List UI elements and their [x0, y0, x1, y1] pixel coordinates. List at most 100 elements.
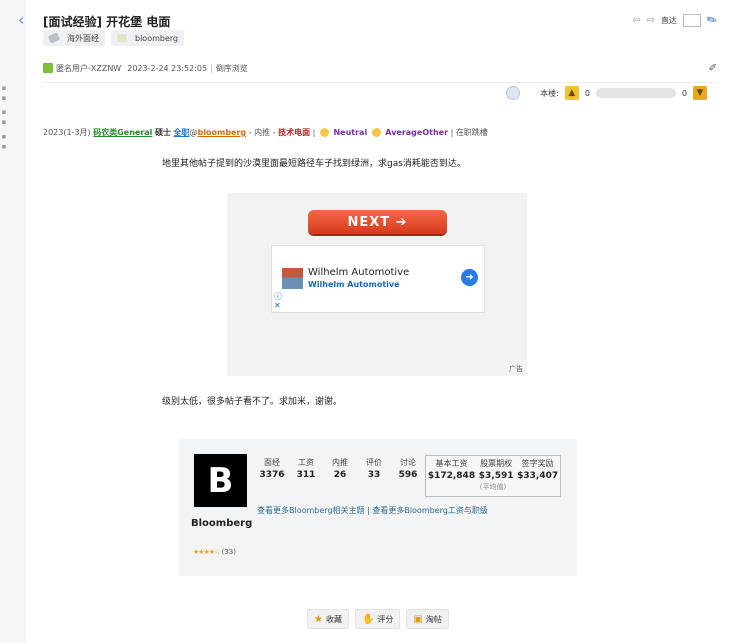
stat-item[interactable]: 工资 311	[289, 457, 323, 480]
tag-icon	[117, 34, 127, 42]
rate-button[interactable]: ✋ 评分	[354, 609, 401, 629]
vote-ratio-bar	[595, 88, 676, 98]
ad-info-icon[interactable]: ⓘ ✕	[274, 292, 282, 310]
fulltime-link[interactable]: 全职	[174, 128, 190, 137]
salary-item: 签字奖励 $33,407	[517, 458, 558, 481]
sidebar-vertical-text: ▪▪ ▪▪ ▪▪	[0, 84, 8, 153]
date-range: 2023(1-3月)	[43, 128, 91, 137]
sentiment: Neutral	[333, 128, 368, 137]
stat-item[interactable]: 面经 3376	[255, 457, 289, 480]
thread-tags: 海外面经 bloomberg	[43, 30, 185, 46]
separator: |	[367, 506, 370, 515]
downvote-count: 0	[681, 88, 687, 98]
difficulty: AverageOther	[385, 128, 449, 137]
separator: |	[210, 63, 213, 73]
collection-icon: ▣	[413, 613, 423, 625]
thread-nav: ⇦ ⇨ 直达 ✎	[632, 11, 720, 28]
ad-thumbnail	[282, 268, 303, 289]
separator: -	[272, 128, 276, 137]
at-sign: @	[189, 128, 198, 137]
wrench-icon[interactable]: ✎	[704, 11, 720, 28]
tag-overseas[interactable]: 海外面经	[43, 30, 105, 46]
thread-title: [面试经验] 开花堡 电面	[43, 15, 171, 29]
post-body-line: 地里其他帖子提到的沙漠里面最短路径车子找到绿洲，求gas消耗能否到达。	[162, 159, 466, 169]
pin-icon[interactable]: ✐	[709, 63, 717, 74]
vote-row: 本楼: ▲ 0 0 ▼	[506, 86, 707, 100]
goto-label: 直达	[660, 15, 677, 25]
post-meta: 匿名用户-XZZNW 2023-2-24 23:52:05 | 倒序浏览 ✐	[43, 60, 717, 83]
company-card: B Bloomberg ★★★★☆ (33) 面经 3376 工资 311 内推…	[179, 439, 577, 576]
thumbs-up-icon: ✋	[361, 613, 375, 625]
salary-box: 基本工资 $172,848 股票期权 $3,591 签字奖励 $33,407 (…	[425, 455, 561, 497]
post-datetime: 2023-2-24 23:52:05	[127, 63, 208, 73]
stat-value: 596	[398, 470, 418, 480]
tag-label: bloomberg	[135, 33, 179, 43]
neutral-face-icon	[371, 128, 381, 137]
company-logo[interactable]: B	[194, 454, 247, 507]
salary-value: $33,407	[517, 471, 559, 481]
interview-info: 2023(1-3月) 码农类General 硕士 全职@bloomberg - …	[43, 127, 488, 138]
salary-value: $3,591	[478, 471, 514, 481]
author-name[interactable]: 匿名用户-XZZNW	[56, 63, 121, 74]
stat-item[interactable]: 内推 26	[323, 457, 357, 480]
more-topics-link[interactable]: 查看更多Bloomberg相关主题	[257, 506, 365, 515]
stat-value: 26	[333, 470, 347, 480]
next-arrow-icon[interactable]: ⇨	[647, 15, 655, 26]
thumbs-down-icon[interactable]: ▼	[693, 86, 707, 100]
stat-item[interactable]: 讨论 596	[391, 457, 425, 480]
salary-note: (平均值)	[479, 483, 507, 491]
upvote-count: 0	[584, 88, 590, 98]
rating: ★★★★☆ (33)	[193, 548, 236, 556]
ad-next-button[interactable]: NEXT ➔	[308, 210, 447, 234]
source: 内推	[254, 128, 271, 137]
star-icon: ★	[314, 613, 323, 625]
degree: 硕士	[154, 128, 171, 137]
salary-label: 基本工资	[435, 459, 468, 468]
salary-item: 基本工资 $172,848	[428, 458, 475, 481]
favorite-button[interactable]: ★ 收藏	[307, 609, 349, 629]
ad-block: NEXT ➔ Wilhelm Automotive Wilhelm Automo…	[227, 193, 527, 376]
separator: -	[248, 128, 252, 137]
stat-label: 工资	[298, 458, 314, 467]
more-salary-link[interactable]: 查看更多Bloomberg工资与职级	[372, 506, 488, 515]
thread-panel: [面试经验] 开花堡 电面 海外面经 bloomberg ⇦ ⇨ 直达 ✎ 匿名…	[31, 0, 727, 643]
post-body-line: 级别太低，很多帖子看不了。求加米，谢谢。	[162, 397, 343, 407]
tag-bloomberg[interactable]: bloomberg	[111, 30, 185, 46]
ad-label: 广告	[509, 365, 523, 373]
ad-arrow-icon[interactable]: ➜	[461, 269, 478, 286]
tag-label: 海外面经	[67, 33, 99, 43]
stat-value: 3376	[259, 470, 285, 480]
stat-item[interactable]: 评价 33	[357, 457, 391, 480]
company-link[interactable]: bloomberg	[198, 128, 247, 137]
stat-label: 内推	[332, 458, 348, 467]
separator: |	[312, 128, 316, 137]
status: 在职跳槽	[455, 128, 488, 137]
star-rating-icon: ★★★★☆	[193, 548, 220, 556]
stat-label: 面经	[264, 458, 280, 467]
company-links: 查看更多Bloomberg相关主题 | 查看更多Bloomberg工资与职级	[257, 505, 488, 516]
thumbs-up-icon[interactable]: ▲	[564, 86, 579, 100]
user-icon	[43, 63, 53, 73]
salary-item: 股票期权 $3,591	[479, 458, 514, 481]
stat-value: 33	[367, 470, 381, 480]
taotie-label: 淘帖	[425, 614, 442, 624]
stat-value: 311	[296, 470, 316, 480]
separator: |	[450, 128, 454, 137]
prev-arrow-icon[interactable]: ⇦	[632, 15, 640, 26]
ad-title: Wilhelm Automotive	[308, 267, 410, 278]
share-icon[interactable]	[506, 86, 521, 100]
reverse-order-link[interactable]: 倒序浏览	[216, 63, 248, 74]
taotie-button[interactable]: ▣ 淘帖	[406, 609, 449, 629]
company-name[interactable]: Bloomberg	[191, 516, 252, 531]
goto-floor-input[interactable]	[682, 13, 701, 27]
chevron-left-icon[interactable]: ‹	[18, 12, 24, 28]
stage: 技术电面	[278, 128, 311, 137]
ad-subtitle: Wilhelm Automotive	[308, 280, 400, 289]
ad-card[interactable]: Wilhelm Automotive Wilhelm Automotive ➜ …	[271, 245, 485, 313]
role-link[interactable]: 码农类General	[93, 128, 152, 137]
rating-count: (33)	[221, 548, 236, 556]
left-sidebar: ‹ ▪▪ ▪▪ ▪▪	[0, 0, 26, 643]
floor-label: 本楼:	[540, 88, 559, 98]
salary-label: 签字奖励	[521, 459, 554, 468]
salary-value: $172,848	[427, 471, 476, 481]
